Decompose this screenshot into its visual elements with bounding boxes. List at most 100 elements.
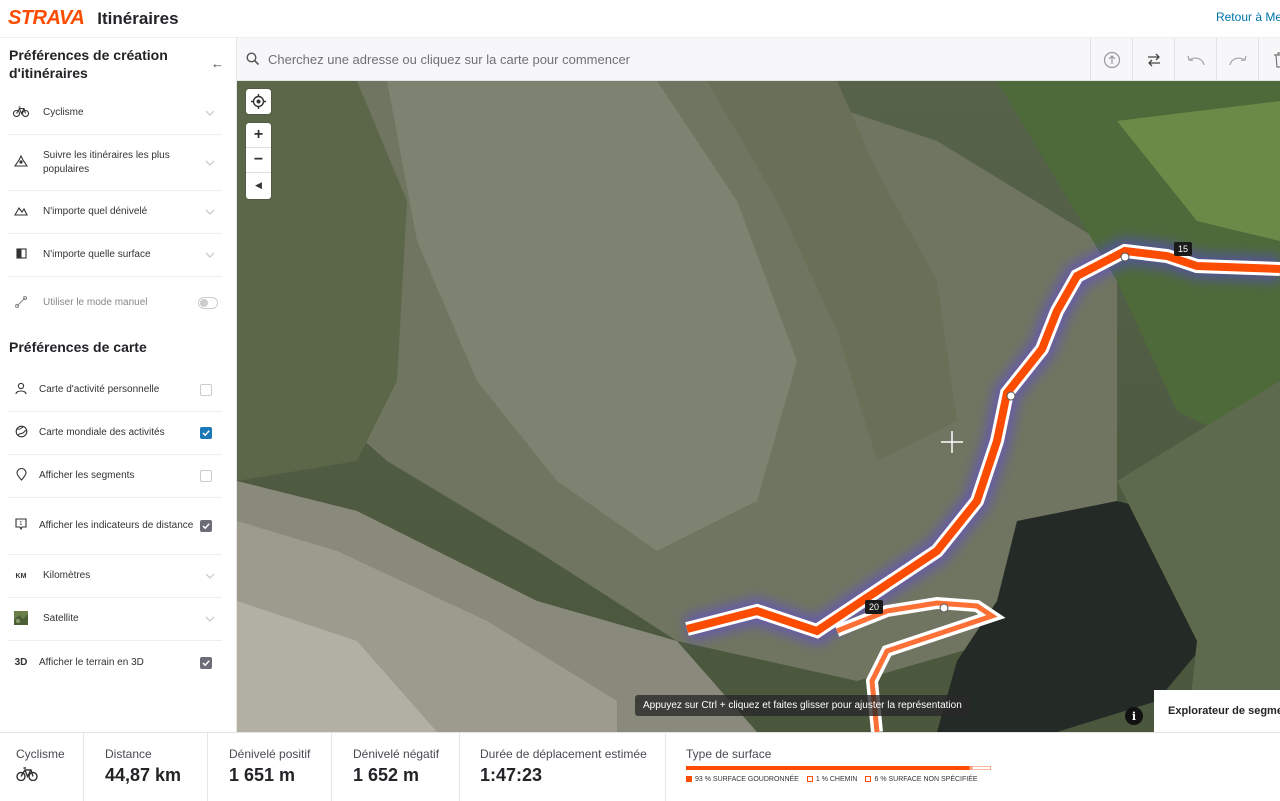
distance-label: Distance — [105, 747, 152, 761]
sidebar-item-global-heatmap[interactable]: Carte mondiale des activités — [8, 412, 222, 455]
strava-logo[interactable]: STRAVA — [8, 7, 85, 30]
segment-explorer-button[interactable]: Explorateur de segme — [1154, 690, 1280, 732]
distance-marker: 20 — [865, 600, 884, 614]
zoom-in-button[interactable]: + — [246, 123, 271, 148]
sidebar-item-popularity[interactable]: Suivre les itinéraires les plus populair… — [8, 135, 222, 191]
sidebar-item-label: Carte mondiale des activités — [39, 427, 165, 438]
elevation-icon — [8, 205, 34, 219]
legend-label: 93 % SURFACE GOUDRONNÉE — [695, 776, 799, 783]
3d-terrain-checkbox[interactable] — [200, 656, 212, 669]
manual-mode-toggle[interactable] — [198, 297, 218, 309]
duration-value: 1:47:23 — [480, 765, 543, 785]
3d-icon: 3D — [14, 657, 28, 668]
sidebar-item-label: Afficher les segments — [39, 470, 135, 481]
surface-icon — [8, 248, 34, 262]
chevron-down-icon — [204, 107, 216, 119]
sidebar-item-personal-heatmap[interactable]: Carte d'activité personnelle — [8, 369, 222, 412]
distance-marker: 15 — [1174, 242, 1193, 256]
sidebar-item-label: Kilomètres — [43, 570, 91, 581]
route-stats: Cyclisme Distance 44,87 km Dénivelé posi… — [0, 732, 1280, 801]
distance-value: 44,87 km — [105, 765, 182, 785]
sidebar-item-label: Carte d'activité personnelle — [39, 384, 160, 395]
satellite-terrain — [237, 81, 1280, 732]
route-preferences-title: Préférences de création d'itinéraires — [9, 47, 168, 81]
legend-swatch — [865, 776, 872, 782]
activity-label: Cyclisme — [16, 747, 65, 761]
bike-icon — [16, 767, 83, 786]
svg-text:1: 1 — [19, 521, 22, 527]
sidebar: Préférences de création d'itinéraires ← … — [0, 38, 237, 732]
surface-bar — [686, 766, 991, 770]
stat-elevation-loss: Dénivelé négatif 1 652 m — [332, 733, 460, 801]
search-input[interactable] — [268, 51, 1088, 67]
elevation-up-icon[interactable] — [1090, 38, 1132, 81]
map-hint-tooltip: Appuyez sur Ctrl + cliquez et faites gli… — [635, 695, 970, 716]
duration-label: Durée de déplacement estimée — [480, 747, 647, 761]
distance-markers-checkbox[interactable] — [200, 520, 212, 532]
sidebar-item-sport[interactable]: Cyclisme — [8, 92, 222, 135]
target-icon — [251, 94, 266, 109]
surface-legend: 93 % SURFACE GOUDRONNÉE 1 % CHEMIN 6 % S… — [686, 776, 978, 783]
surface-segment-path — [969, 766, 973, 770]
page-title: Itinéraires — [97, 8, 179, 28]
sidebar-item-label: N'importe quel dénivelé — [43, 206, 148, 217]
sidebar-item-map-style[interactable]: Satellite — [8, 598, 222, 641]
popularity-icon — [8, 154, 34, 171]
elevation-loss-label: Dénivelé négatif — [353, 747, 440, 761]
global-heatmap-checkbox[interactable] — [200, 427, 212, 439]
person-icon — [8, 382, 34, 398]
sidebar-item-units[interactable]: KM Kilomètres — [8, 555, 222, 598]
elevation-gain-label: Dénivelé positif — [229, 747, 311, 761]
sidebar-item-3d-terrain[interactable]: 3D Afficher le terrain en 3D — [8, 641, 222, 684]
back-link[interactable]: Retour à Mes — [1216, 10, 1280, 24]
map-preferences-title: Préférences de carte — [9, 339, 147, 355]
legend-swatch — [686, 776, 692, 782]
top-bar: STRAVA Itinéraires Retour à Mes — [0, 0, 1280, 38]
distance-marker-icon: 1 — [8, 518, 34, 534]
sidebar-item-elevation[interactable]: N'importe quel dénivelé — [8, 191, 222, 234]
legend-swatch — [806, 776, 813, 782]
arrow-left-icon[interactable]: ← — [211, 56, 224, 71]
redo-icon[interactable] — [1216, 38, 1258, 81]
segment-pin-icon — [8, 467, 34, 484]
stat-distance: Distance 44,87 km — [84, 733, 208, 801]
sidebar-item-manual-mode[interactable]: Utiliser le mode manuel — [8, 277, 222, 329]
globe-icon — [8, 425, 34, 441]
undo-icon[interactable] — [1174, 38, 1216, 81]
sidebar-item-label: Afficher le terrain en 3D — [39, 656, 144, 668]
chevron-down-icon — [204, 570, 216, 582]
sidebar-item-label: Afficher les indicateurs de distance — [39, 520, 194, 531]
sidebar-item-segments[interactable]: Afficher les segments — [8, 455, 222, 498]
manual-mode-icon — [8, 295, 34, 311]
sidebar-item-label: Satellite — [43, 613, 79, 624]
legend-item: 93 % SURFACE GOUDRONNÉE — [686, 776, 799, 783]
reverse-route-icon[interactable] — [1132, 38, 1174, 81]
sidebar-item-label: Cyclisme — [43, 107, 84, 118]
legend-item: 6 % SURFACE NON SPÉCIFIÉE — [865, 776, 978, 783]
compass-icon[interactable]: ◀ — [246, 173, 271, 198]
geolocate-button[interactable] — [246, 89, 271, 114]
satellite-thumbnail-icon — [8, 610, 34, 628]
elevation-gain-value: 1 651 m — [229, 765, 296, 785]
chevron-down-icon — [204, 157, 216, 169]
legend-label: 1 % CHEMIN — [815, 776, 858, 783]
km-icon: KM — [15, 572, 27, 580]
chevron-down-icon — [204, 206, 216, 218]
segments-checkbox[interactable] — [200, 470, 212, 482]
surface-segment-paved — [686, 766, 970, 770]
map-canvas[interactable]: + − ◀ 15 20 Appuyez sur Ctrl + cliquez e… — [237, 81, 1280, 732]
personal-heatmap-checkbox[interactable] — [200, 384, 212, 396]
surface-label: Type de surface — [686, 747, 772, 761]
sidebar-item-distance-markers[interactable]: 1 Afficher les indicateurs de distance — [8, 498, 222, 555]
elevation-loss-value: 1 652 m — [353, 765, 420, 785]
trash-icon[interactable] — [1258, 38, 1280, 81]
chevron-down-icon — [204, 613, 216, 625]
sidebar-item-surface[interactable]: N'importe quelle surface — [8, 234, 222, 277]
stat-activity: Cyclisme — [0, 733, 84, 801]
search-bar — [237, 38, 1280, 81]
info-icon[interactable]: i — [1125, 707, 1143, 725]
search-icon — [246, 52, 260, 66]
zoom-out-button[interactable]: − — [246, 148, 271, 173]
stat-duration: Durée de déplacement estimée 1:47:23 — [460, 733, 666, 801]
legend-label: 6 % SURFACE NON SPÉCIFIÉE — [874, 776, 978, 783]
